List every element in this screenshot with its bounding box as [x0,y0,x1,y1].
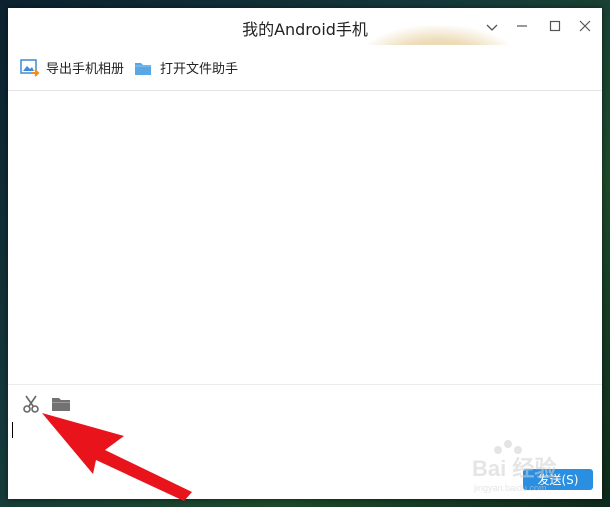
minimize-icon [516,17,528,36]
maximize-icon [549,17,561,36]
message-area [8,91,602,385]
open-file-helper-label: 打开文件助手 [160,62,239,77]
close-icon [579,17,591,36]
export-album-button[interactable]: 导出手机相册 [20,58,124,77]
scissors-icon [21,394,41,418]
folder-icon [134,59,154,77]
send-file-button[interactable] [50,395,72,417]
toolbar: 导出手机相册 打开文件助手 [8,45,602,91]
folder-icon [51,395,71,417]
export-album-label: 导出手机相册 [46,62,125,77]
app-window: 我的Android手机 导出手机相册 打开文件助手 发送(S) [8,8,602,499]
chevron-down-icon [486,17,498,36]
screenshot-button[interactable] [20,395,42,417]
text-caret [12,422,13,438]
dropdown-button[interactable] [483,17,501,35]
export-image-icon [20,58,40,77]
message-input[interactable] [8,420,602,468]
maximize-button[interactable] [546,17,564,35]
close-button[interactable] [576,17,594,35]
send-button[interactable]: 发送(S) [523,469,593,490]
open-file-helper-button[interactable]: 打开文件助手 [134,58,238,77]
minimize-button[interactable] [513,17,531,35]
title-bar: 我的Android手机 [8,8,602,45]
input-toolbar [20,395,80,417]
